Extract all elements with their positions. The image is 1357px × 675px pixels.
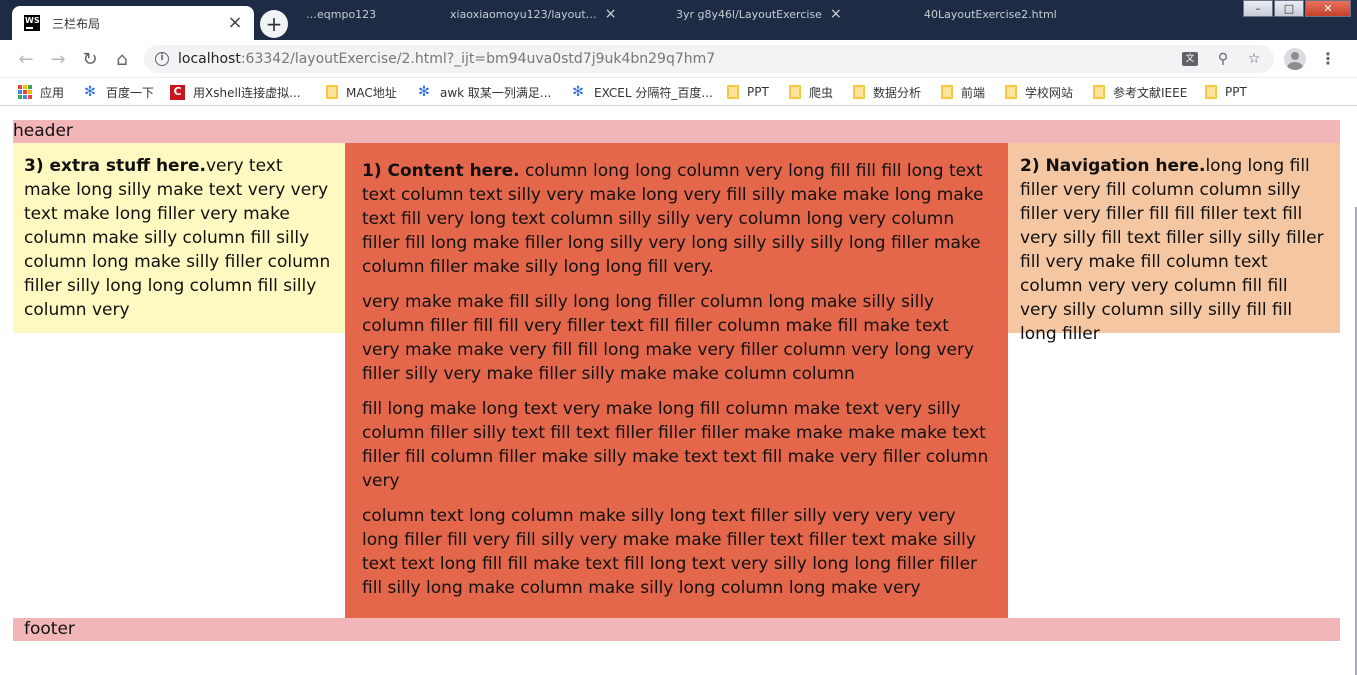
csdn-icon: C	[170, 84, 185, 100]
tab-background-1[interactable]: …eqmpo123	[306, 4, 376, 24]
navigation-body: long long fill filler very fill column c…	[1020, 156, 1324, 344]
bookmark-baidu[interactable]: ✻ 百度一下	[82, 83, 154, 101]
bookmark-ppt[interactable]: PPT	[727, 83, 769, 101]
bookmark-xshell[interactable]: C 用Xshell连接虚拟...	[170, 83, 301, 101]
apps-icon	[18, 85, 32, 99]
address-bar[interactable]: i localhost:63342/layoutExercise/2.html?…	[144, 45, 1274, 73]
bookmark-data-analysis[interactable]: 数据分析	[853, 83, 921, 101]
reload-icon[interactable]: ↻	[78, 47, 102, 71]
baidu-paw-icon: ✻	[572, 84, 584, 100]
bookmark-apps[interactable]: 应用	[18, 83, 64, 101]
content-column: 1) Content here. column long long column…	[345, 143, 1008, 618]
tab-close-icon[interactable]: ×	[226, 14, 244, 32]
tab-background-4[interactable]: 40LayoutExercise2.html	[924, 4, 1057, 24]
folder-icon	[727, 85, 739, 99]
folder-icon	[1205, 85, 1217, 99]
extra-heading: 3) extra stuff here.	[24, 156, 206, 176]
menu-dots-icon[interactable]: ⋮	[1318, 49, 1338, 69]
extra-body: very text make long silly make text very…	[24, 156, 331, 320]
folder-icon	[1005, 85, 1017, 99]
close-window-button[interactable]: ✕	[1305, 0, 1351, 17]
baidu-paw-icon: ✻	[418, 84, 430, 100]
tab-active[interactable]: WS 三栏布局 ×	[12, 6, 254, 40]
info-icon[interactable]: i	[155, 52, 169, 66]
content-paragraph: 1) Content here. column long long column…	[362, 161, 984, 277]
page-header: header	[13, 120, 1340, 143]
bookmark-awk[interactable]: ✻ awk 取某一列满足...	[416, 83, 551, 101]
folder-icon	[1093, 85, 1105, 99]
maximize-button[interactable]: □	[1274, 0, 1304, 17]
content-paragraph: column text long column make silly long …	[362, 506, 978, 598]
content-paragraph: fill long make long text very make long …	[362, 399, 989, 491]
translate-icon[interactable]: 文	[1182, 52, 1198, 66]
star-icon[interactable]: ☆	[1245, 51, 1263, 67]
folder-icon	[326, 85, 338, 99]
baidu-paw-icon: ✻	[84, 84, 96, 100]
bookmark-crawler[interactable]: 爬虫	[789, 83, 833, 101]
navigation-heading: 2) Navigation here.	[1020, 156, 1206, 176]
page-viewport: header 3) extra stuff here.very text mak…	[0, 107, 1357, 675]
bookmark-mac-address[interactable]: MAC地址	[326, 83, 397, 101]
content-paragraph: very make make fill silly long long fill…	[362, 292, 974, 384]
bookmark-excel[interactable]: ✻ EXCEL 分隔符_百度...	[570, 83, 713, 101]
profile-avatar-icon[interactable]	[1284, 48, 1306, 70]
bookmark-frontend[interactable]: 前端	[941, 83, 985, 101]
minimize-button[interactable]: –	[1243, 0, 1273, 17]
tab-background-3[interactable]: 3yr g8y46l/LayoutExercise ×	[676, 4, 842, 24]
tab-close-icon[interactable]: ×	[830, 6, 842, 22]
folder-icon	[941, 85, 953, 99]
content-heading: 1) Content here.	[362, 161, 520, 181]
browser-toolbar: ← → ↻ ⌂ i localhost:63342/layoutExercise…	[0, 40, 1357, 78]
page-footer: footer	[13, 618, 1340, 641]
webstorm-icon: WS	[24, 15, 40, 31]
tab-background-2[interactable]: xiaoxiaomoyu123/layout… ×	[450, 4, 616, 24]
window-controls: – □ ✕	[1242, 0, 1351, 17]
extra-column: 3) extra stuff here.very text make long …	[13, 143, 345, 333]
url-text[interactable]: localhost:63342/layoutExercise/2.html?_i…	[178, 51, 715, 67]
back-arrow-icon[interactable]: ←	[14, 47, 38, 71]
navigation-column: 2) Navigation here.long long fill filler…	[1008, 143, 1340, 344]
folder-icon	[853, 85, 865, 99]
folder-icon	[789, 85, 801, 99]
zoom-icon[interactable]: ⚲	[1214, 51, 1232, 67]
bookmark-school[interactable]: 学校网站	[1005, 83, 1073, 101]
browser-tab-strip: WS 三栏布局 × + …eqmpo123 xiaoxiaomoyu123/la…	[0, 0, 1357, 40]
bookmark-ieee[interactable]: 参考文献IEEE	[1093, 83, 1187, 101]
tab-close-icon[interactable]: ×	[605, 6, 617, 22]
home-icon[interactable]: ⌂	[110, 47, 134, 71]
bookmark-ppt-2[interactable]: PPT	[1205, 83, 1247, 101]
forward-arrow-icon[interactable]: →	[46, 47, 70, 71]
tab-title: 三栏布局	[52, 16, 101, 31]
bookmarks-bar: 应用 ✻ 百度一下 C 用Xshell连接虚拟... MAC地址 ✻ awk 取某一列…	[0, 78, 1357, 106]
new-tab-button[interactable]: +	[260, 10, 288, 38]
